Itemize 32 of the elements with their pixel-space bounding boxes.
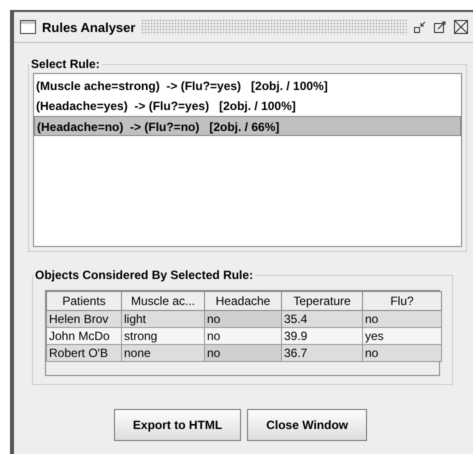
column-header[interactable]: Teperature bbox=[282, 292, 362, 310]
column-header[interactable]: Patients bbox=[46, 292, 122, 310]
column-header[interactable]: Flu? bbox=[362, 292, 442, 310]
table-cell: John McDo bbox=[46, 328, 122, 344]
rule-item[interactable]: (Headache=no) -> (Flu?=no) [2obj. / 66%] bbox=[34, 116, 461, 136]
table-cell: yes bbox=[362, 328, 442, 344]
table-cell: Helen Brov bbox=[46, 310, 122, 328]
table-cell: strong bbox=[122, 328, 204, 344]
close-icon[interactable] bbox=[453, 19, 469, 35]
group-label: Objects Considered By Selected Rule: bbox=[34, 268, 254, 282]
table-cell: no bbox=[204, 310, 282, 328]
action-button[interactable]: Export to HTML bbox=[114, 409, 242, 441]
table-cell: light bbox=[122, 310, 204, 328]
table-cell: no bbox=[362, 344, 442, 362]
rule-item[interactable]: (Muscle ache=strong) -> (Flu?=yes) [2obj. / 100%] bbox=[34, 76, 461, 96]
table-cell: 39.9 bbox=[282, 328, 362, 344]
group-label: Select Rule: bbox=[30, 57, 101, 71]
window-title: Rules Analyser bbox=[42, 20, 136, 34]
table-cell: Robert O'B bbox=[46, 344, 122, 362]
table-cell: 36.7 bbox=[282, 344, 362, 362]
minimize-icon[interactable] bbox=[413, 20, 427, 34]
column-header[interactable]: Muscle ac... bbox=[122, 292, 204, 310]
column-header[interactable]: Headache bbox=[204, 292, 282, 310]
rule-item[interactable]: (Headache=yes) -> (Flu?=yes) [2obj. / 100%] bbox=[34, 96, 461, 116]
maximize-icon[interactable] bbox=[433, 20, 447, 34]
window-icon bbox=[20, 20, 36, 34]
table-cell: 35.4 bbox=[282, 310, 362, 328]
table-cell: none bbox=[122, 344, 204, 362]
table-cell: no bbox=[204, 328, 282, 344]
table-cell: no bbox=[362, 310, 442, 328]
table-cell: no bbox=[204, 344, 282, 362]
action-button[interactable]: Close Window bbox=[247, 409, 368, 441]
